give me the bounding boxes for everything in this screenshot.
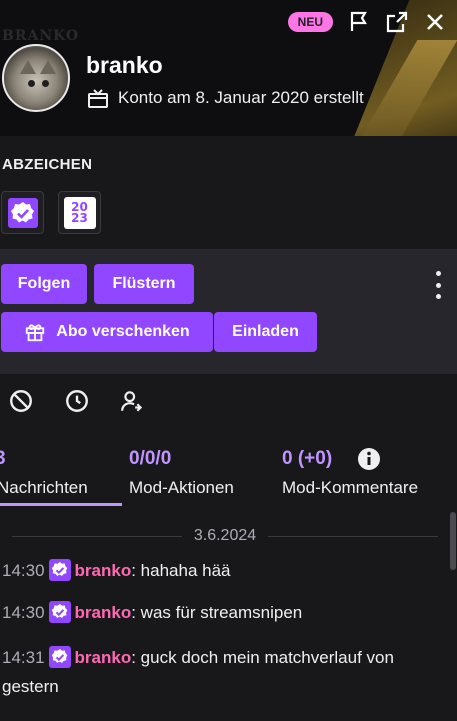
badge-2023-icon: 20 23 <box>63 196 96 229</box>
active-tab-indicator <box>0 503 122 506</box>
chat-message: 14:30 branko: was für streamsnipen <box>2 598 447 627</box>
message-text: : hahaha hää <box>131 561 231 580</box>
message-time: 14:31 <box>2 648 45 667</box>
verified-badge-icon <box>48 559 71 581</box>
info-icon[interactable] <box>357 447 381 471</box>
invite-button[interactable]: Einladen <box>214 312 317 352</box>
message-username[interactable]: branko <box>75 561 132 580</box>
close-icon[interactable] <box>423 10 447 34</box>
verified-badge[interactable] <box>1 191 44 234</box>
date-separator: 3.6.2024 <box>0 526 450 546</box>
message-date: 3.6.2024 <box>193 527 257 544</box>
verified-badge-icon <box>48 601 71 623</box>
tab-mod-actions[interactable]: Mod-Aktionen <box>129 478 234 498</box>
badges-title: ABZEICHEN <box>2 156 93 173</box>
add-mod-icon[interactable] <box>120 388 146 414</box>
username[interactable]: branko <box>86 52 163 79</box>
scrollbar[interactable] <box>450 512 456 570</box>
chat-message: 14:30 branko: hahaha hää <box>2 556 447 585</box>
header-actions: NEU <box>287 10 447 34</box>
flag-icon[interactable] <box>347 10 371 34</box>
message-time: 14:30 <box>2 603 45 622</box>
badge-2023[interactable]: 20 23 <box>58 191 101 234</box>
account-created-row: Konto am 8. Januar 2020 erstellt <box>86 86 364 110</box>
message-username[interactable]: branko <box>75 648 132 667</box>
follow-button[interactable]: Folgen <box>1 264 87 304</box>
verified-badge-icon <box>7 197 38 228</box>
message-username[interactable]: branko <box>75 603 132 622</box>
verified-badge-icon <box>48 646 71 668</box>
gift-icon <box>26 324 45 342</box>
message-time: 14:30 <box>2 561 45 580</box>
stat-messages-value: 3 <box>0 448 6 469</box>
banner-logo: BRANKO <box>2 28 80 44</box>
stat-mod-comments-value: 0 (+0) <box>282 448 333 469</box>
gift-sub-label: Abo verschenken <box>56 323 190 340</box>
tab-mod-comments[interactable]: Mod-Kommentare <box>282 478 418 498</box>
whisper-button[interactable]: Flüstern <box>94 264 194 304</box>
tab-messages[interactable]: Nachrichten <box>0 478 88 498</box>
gift-sub-button[interactable]: Abo verschenken <box>1 312 213 352</box>
new-badge: NEU <box>287 12 333 32</box>
ban-icon[interactable] <box>8 388 34 414</box>
timeout-clock-icon[interactable] <box>64 388 90 414</box>
message-text: : was für streamsnipen <box>131 603 303 622</box>
mod-tools <box>8 388 146 414</box>
chat-message: 14:31 branko: guck doch mein matchverlauf… <box>2 643 447 701</box>
avatar[interactable] <box>2 44 70 112</box>
account-created-text: Konto am 8. Januar 2020 erstellt <box>118 88 364 107</box>
stat-mod-actions-value: 0/0/0 <box>129 448 172 469</box>
popout-icon[interactable] <box>385 10 409 34</box>
calendar-gift-icon <box>88 89 108 108</box>
profile-header: BRANKO branko Konto am 8. Januar 2020 er… <box>0 0 457 136</box>
more-options-icon[interactable] <box>433 271 443 299</box>
